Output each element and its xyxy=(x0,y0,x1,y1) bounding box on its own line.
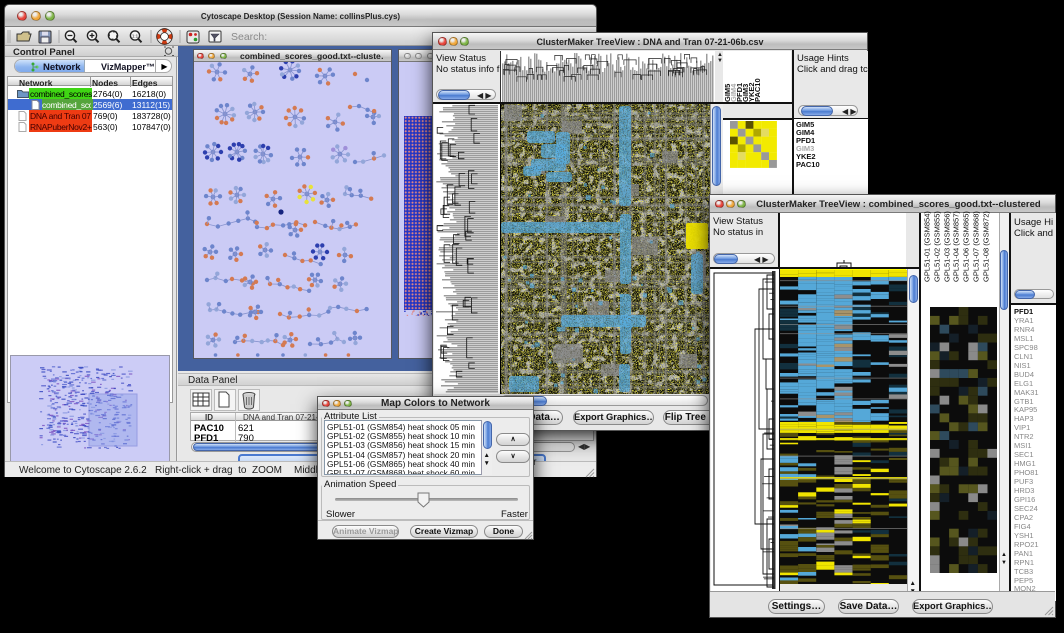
svg-text:Search:: Search: xyxy=(231,31,267,43)
svg-text:1:1: 1:1 xyxy=(132,34,139,39)
